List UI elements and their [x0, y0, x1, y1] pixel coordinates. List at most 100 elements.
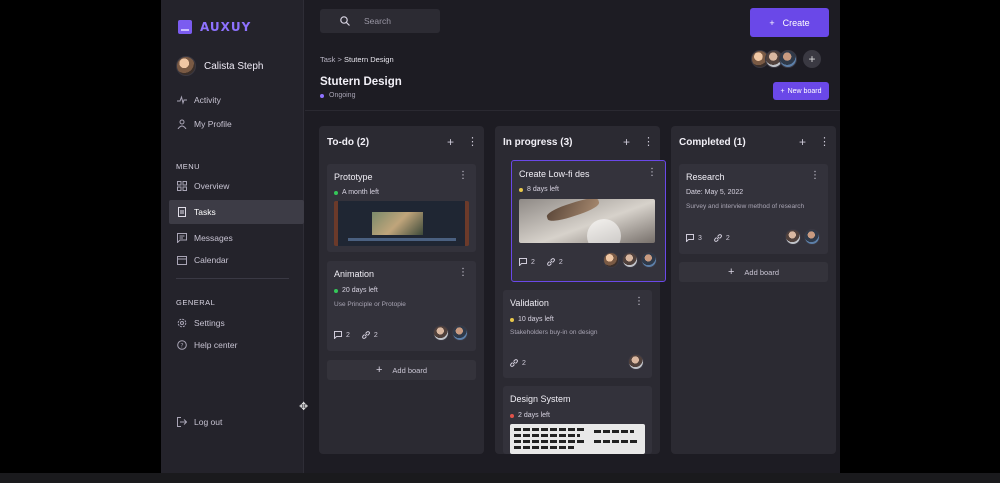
task-card-research[interactable]: Research ⋮ Date: May 5, 2022 Survey and … [679, 164, 828, 254]
add-task-icon[interactable]: + [447, 135, 454, 149]
document-icon [177, 207, 187, 217]
breadcrumb: Task > Stutern Design [320, 55, 394, 64]
card-counts: 2 [510, 359, 526, 367]
plus-icon: + [780, 87, 785, 95]
more-icon[interactable]: ⋮ [819, 135, 830, 148]
comment-count: 2 [519, 258, 535, 266]
gear-icon [177, 318, 187, 328]
card-due: 8 days left [519, 186, 559, 193]
page-title: Stutern Design [320, 76, 402, 88]
task-card-animation[interactable]: Animation ⋮ 20 days left Use Principle o… [327, 261, 476, 351]
task-card-design-system[interactable]: Design System 2 days left [503, 386, 652, 454]
team-avatars: + [751, 50, 821, 68]
sidebar-item-settings[interactable]: Settings [169, 311, 304, 335]
header-divider [305, 110, 840, 111]
logo-text: AUXUY [200, 20, 252, 34]
activity-icon [177, 95, 187, 105]
more-icon[interactable]: ⋮ [458, 267, 468, 278]
add-board-button[interactable]: + Add board [679, 262, 828, 282]
user-name: Calista Steph [204, 60, 264, 72]
due-text: 20 days left [342, 287, 378, 294]
move-cursor-icon: ✥ [299, 401, 309, 413]
add-board-label: Add board [744, 267, 780, 277]
sidebar-item-messages[interactable]: Messages [169, 226, 304, 250]
add-member-button[interactable]: + [803, 50, 821, 68]
task-card-create-low-fi[interactable]: Create Low-fi des ⋮ 8 days left 2 2 [511, 160, 666, 282]
due-dot [334, 190, 338, 195]
search-input[interactable]: Search [320, 9, 440, 33]
logo[interactable]: AUXUY [178, 20, 251, 34]
sidebar-item-help-center[interactable]: ? Help center [169, 333, 304, 357]
task-card-validation[interactable]: Validation ⋮ 10 days left Stakeholders b… [503, 290, 652, 378]
plus-icon: + [375, 364, 383, 376]
more-icon[interactable]: ⋮ [643, 135, 654, 148]
card-due: 20 days left [334, 287, 378, 294]
card-due: A month left [334, 189, 379, 196]
more-icon[interactable]: ⋮ [634, 296, 644, 307]
breadcrumb-root[interactable]: Task [320, 55, 335, 64]
logout-icon [177, 417, 187, 427]
more-icon[interactable]: ⋮ [647, 167, 657, 178]
add-board-button[interactable]: + Add board [327, 360, 476, 380]
sidebar-item-overview[interactable]: Overview [169, 174, 304, 198]
logout-button[interactable]: Log out [169, 410, 304, 434]
add-task-icon[interactable]: + [799, 135, 806, 149]
sidebar-item-label: Calendar [194, 255, 229, 265]
avatar[interactable] [779, 50, 797, 68]
help-icon: ? [177, 340, 187, 350]
user-icon [177, 119, 187, 129]
sidebar-divider [176, 278, 289, 279]
sidebar-item-label: Tasks [194, 207, 216, 217]
sidebar-item-my-profile[interactable]: My Profile [169, 112, 304, 136]
avatar[interactable] [603, 252, 619, 268]
more-icon[interactable]: ⋮ [810, 170, 820, 181]
link-count: 2 [714, 234, 730, 242]
sidebar-item-activity[interactable]: Activity [169, 88, 304, 112]
task-card-prototype[interactable]: Prototype ⋮ A month left [327, 164, 476, 252]
column-title: To-do (2) [327, 137, 370, 148]
card-thumbnail [519, 199, 655, 243]
more-icon[interactable]: ⋮ [458, 170, 468, 181]
bottom-bar [0, 473, 1000, 483]
create-button-label: Create [782, 17, 810, 28]
due-dot [510, 413, 514, 418]
new-board-label: New board [787, 87, 822, 95]
logout-label: Log out [194, 417, 223, 427]
avatar[interactable] [452, 325, 468, 341]
due-dot [519, 187, 523, 192]
due-text: 10 days left [518, 316, 554, 323]
card-title: Research [686, 172, 725, 182]
card-assignees [625, 354, 644, 370]
avatar[interactable] [628, 354, 644, 370]
create-button[interactable]: + Create [750, 8, 829, 37]
avatar[interactable] [433, 325, 449, 341]
breadcrumb-current: Stutern Design [344, 55, 394, 64]
sidebar-item-label: Help center [194, 340, 238, 350]
card-counts: 2 2 [519, 258, 563, 266]
avatar[interactable] [622, 252, 638, 268]
menu-section-title: MENU [176, 162, 201, 171]
link-count: 2 [362, 331, 378, 339]
column-title: Completed (1) [679, 137, 746, 148]
link-icon [362, 331, 370, 339]
sidebar-item-calendar[interactable]: Calendar [169, 248, 304, 272]
breadcrumb-separator: > [337, 55, 342, 64]
avatar[interactable] [804, 229, 820, 245]
message-icon [177, 233, 187, 243]
sidebar-item-label: Messages [194, 233, 233, 243]
comment-count: 2 [334, 331, 350, 339]
sidebar-item-label: Activity [194, 95, 221, 105]
avatar[interactable] [641, 252, 657, 268]
user-profile[interactable]: Calista Steph [176, 56, 263, 76]
more-icon[interactable]: ⋮ [467, 135, 478, 148]
new-board-button[interactable]: + New board [773, 82, 829, 100]
add-task-icon[interactable]: + [623, 135, 630, 149]
avatar[interactable] [785, 229, 801, 245]
comment-count: 3 [686, 234, 702, 242]
card-description: Survey and interview method of research [686, 203, 805, 210]
link-icon [714, 234, 722, 242]
add-board-label: Add board [392, 365, 428, 375]
sidebar-item-tasks[interactable]: Tasks [169, 200, 304, 224]
link-icon [547, 258, 555, 266]
card-description: Stakeholders buy-in on design [510, 329, 598, 336]
